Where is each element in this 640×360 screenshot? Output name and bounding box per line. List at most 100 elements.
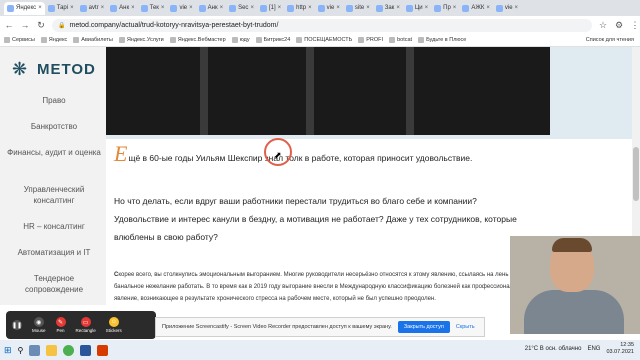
browser-tab[interactable]: Анк × (196, 2, 226, 15)
url-field[interactable]: 🔒 metod.company/actual/trud-kotoryy-nrav… (52, 18, 592, 32)
weather[interactable]: 21°C В осн. облачно (525, 346, 582, 352)
tab-label: [1] (268, 5, 276, 11)
explorer-icon[interactable] (46, 344, 58, 356)
tab-favicon-icon (259, 4, 267, 12)
address-bar: ← → ↻ 🔒 metod.company/actual/trud-kotory… (0, 16, 640, 34)
sidebar-item-bankruptcy[interactable]: Банкротство (6, 121, 102, 132)
sidebar-item-finance[interactable]: Финансы, аудит и оценка (6, 147, 102, 158)
tab-favicon-icon (110, 4, 118, 12)
bookmark-label: юду (239, 37, 250, 43)
star-icon[interactable]: ☆ (598, 20, 608, 31)
stop-sharing-button[interactable]: Закрыть доступ (397, 321, 450, 333)
tab-close-icon[interactable]: × (515, 5, 519, 11)
tab-close-icon[interactable]: × (38, 5, 42, 11)
tab-label: vie (504, 5, 513, 11)
browser-tab[interactable]: Яндекс × (4, 1, 45, 15)
tab-favicon-icon (405, 4, 413, 12)
sidebar-item-law[interactable]: Право (6, 95, 102, 106)
tool-pen[interactable]: ✎ Pen (55, 317, 66, 333)
bookmark-item[interactable]: Будьте в Плюсе (418, 37, 466, 43)
browser-tab[interactable]: Тарі × (45, 2, 77, 15)
webcam-overlay[interactable] (510, 236, 640, 334)
menu-icon[interactable]: ⋮ (630, 20, 640, 31)
tab-close-icon[interactable]: × (161, 5, 165, 11)
browser-tab[interactable]: Пр × (431, 2, 459, 15)
browser-tab[interactable]: vie × (167, 2, 195, 15)
tab-close-icon[interactable]: × (308, 5, 312, 11)
bookmark-item[interactable]: Яндекс.Вебмастер (169, 37, 226, 43)
task-view-icon[interactable] (29, 344, 41, 356)
windows-taskbar: ⊞ ⚲ 21°C В осн. облачно ENG 12:35 03.07.… (0, 340, 640, 360)
bookmark-icon (73, 37, 80, 43)
browser-tab[interactable]: Тек × (138, 2, 168, 15)
tab-label: Пр (443, 5, 451, 11)
tab-close-icon[interactable]: × (396, 5, 400, 11)
pause-button[interactable]: ❚❚ (12, 320, 22, 330)
bookmark-item[interactable]: Яндекс (40, 37, 68, 43)
language-indicator[interactable]: ENG (587, 346, 600, 352)
bookmark-item[interactable]: botcat (389, 37, 412, 43)
bookmark-icon (118, 37, 125, 43)
browser-tab[interactable]: АЖК × (459, 2, 493, 15)
bookmark-icon (418, 37, 425, 43)
scrollbar-thumb[interactable] (633, 147, 639, 201)
browser-tab[interactable]: Зак × (373, 2, 403, 15)
logo-text: METOD (37, 60, 96, 78)
tab-close-icon[interactable]: × (336, 5, 340, 11)
forward-icon[interactable]: → (20, 20, 30, 30)
tab-close-icon[interactable]: × (366, 5, 370, 11)
start-icon[interactable]: ⊞ (4, 345, 12, 356)
bookmark-label: Яндекс (48, 37, 68, 43)
tool-rectangle[interactable]: ▭ Rectangle (76, 317, 96, 333)
bookmark-icon (255, 37, 262, 43)
sidebar-item-tender[interactable]: Тендерное сопровождение (6, 273, 102, 295)
sidebar-item-it[interactable]: Автоматизация и IT (6, 247, 102, 258)
bookmark-item[interactable]: Авиабилеты (73, 37, 113, 43)
tab-label: vie (326, 5, 335, 11)
site-logo[interactable]: ❋ METOD (12, 59, 96, 79)
browser-tab[interactable]: Анк × (107, 2, 137, 15)
app-icon[interactable] (97, 344, 109, 356)
reading-list[interactable]: Список для чтения (586, 37, 634, 43)
tool-mouse[interactable]: ◉ Mouse (32, 317, 46, 333)
browser-tab[interactable]: Sec × (226, 2, 257, 15)
bookmark-item[interactable]: Яндекс.Услуги (118, 37, 164, 43)
tab-favicon-icon (79, 4, 87, 12)
browser-tab[interactable]: avtr × (77, 2, 108, 15)
extensions-icon[interactable]: ⚙ (614, 20, 624, 31)
tab-close-icon[interactable]: × (220, 5, 224, 11)
browser-tab[interactable]: Ци × (403, 2, 431, 15)
browser-tab[interactable]: http × (284, 2, 315, 15)
word-icon[interactable] (80, 344, 92, 356)
tab-close-icon[interactable]: × (486, 5, 490, 11)
bookmark-item[interactable]: PROFI (358, 37, 383, 43)
clock[interactable]: 12:35 03.07.2021 (606, 342, 634, 356)
browser-tab[interactable]: [1] × (257, 2, 284, 15)
search-icon[interactable]: ⚲ (18, 346, 24, 355)
bookmark-label: ПОСЕЩАЕМОСТЬ (304, 37, 353, 43)
tab-close-icon[interactable]: × (189, 5, 193, 11)
tab-close-icon[interactable]: × (250, 5, 254, 11)
tab-close-icon[interactable]: × (453, 5, 457, 11)
browser-tab[interactable]: site × (343, 2, 373, 15)
browser-tab[interactable]: vie × (315, 2, 343, 15)
paragraph-1-text: щё в 60-ые годы Уильям Шекспир знал толк… (128, 153, 473, 163)
hide-button[interactable]: Скрыть (456, 324, 475, 330)
tab-close-icon[interactable]: × (425, 5, 429, 11)
bookmark-item[interactable]: Сервисы (4, 37, 35, 43)
bookmark-item[interactable]: Битрикс24 (255, 37, 290, 43)
tab-close-icon[interactable]: × (101, 5, 105, 11)
reload-icon[interactable]: ↻ (36, 20, 46, 31)
sidebar-item-management[interactable]: Управленческий консалтинг (6, 184, 102, 206)
tab-close-icon[interactable]: × (70, 5, 74, 11)
url-text: metod.company/actual/trud-kotoryy-nravit… (69, 21, 279, 29)
browser-tab[interactable]: vie × (493, 2, 521, 15)
bookmark-item[interactable]: ПОСЕЩАЕМОСТЬ (296, 37, 352, 43)
chrome-icon[interactable] (63, 344, 75, 356)
back-icon[interactable]: ← (4, 20, 14, 30)
tab-close-icon[interactable]: × (131, 5, 135, 11)
bookmark-item[interactable]: юду (231, 37, 250, 43)
sidebar-item-hr[interactable]: HR – консалтинг (6, 221, 102, 232)
tool-stickers[interactable]: ☺ Stickers (106, 317, 122, 333)
tab-close-icon[interactable]: × (278, 5, 282, 11)
